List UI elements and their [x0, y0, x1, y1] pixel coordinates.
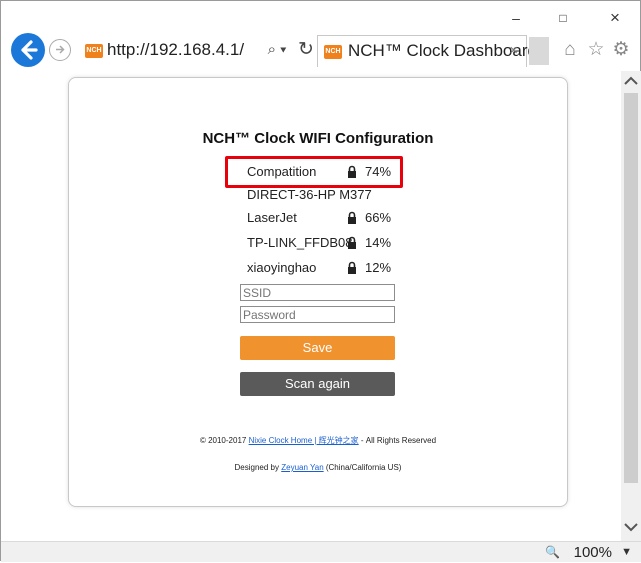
network-signal: 74%: [365, 164, 392, 179]
copyright-text: © 2010-2017: [199, 436, 249, 445]
new-tab-button[interactable]: [529, 37, 549, 65]
back-arrow-icon: [21, 40, 38, 60]
address-bar-row: NCH http://192.168.4.1/ ⌕ ▾ ↻ NCH NCH™ C…: [1, 31, 641, 71]
settings-gear-icon[interactable]: ⚙: [610, 39, 632, 61]
zoom-dropdown-icon[interactable]: ▼: [621, 542, 632, 563]
nixie-clock-home-link[interactable]: Nixie Clock Home | 辉光钟之家: [249, 436, 359, 445]
network-signal: 66%: [365, 210, 392, 225]
designer-footer: Designed by Zeyuan Yan (China/California…: [69, 463, 567, 472]
address-url[interactable]: http://192.168.4.1/: [107, 40, 244, 60]
network-ssid: Compatition: [247, 164, 317, 179]
network-item[interactable]: LaserJet 66%: [241, 208, 411, 228]
network-ssid: xiaoyinghao: [247, 260, 317, 275]
network-item[interactable]: TP-LINK_FFDB08 14%: [241, 233, 411, 253]
network-signal: 14%: [365, 235, 392, 250]
status-bar: 🔍 100% ▼: [1, 541, 641, 562]
home-icon[interactable]: ⌂: [559, 39, 581, 61]
browser-window: – □ × NCH http://192.168.4.1/ ⌕ ▾ ↻ NCH …: [0, 0, 641, 562]
network-ssid: DIRECT-36-HP M377: [247, 187, 372, 202]
chevron-down-icon: [624, 523, 638, 532]
tab-close-icon[interactable]: ×: [509, 42, 518, 59]
config-card: NCH™ Clock WIFI Configuration Compatitio…: [68, 77, 568, 507]
lock-icon: [348, 261, 356, 274]
maximize-button[interactable]: □: [543, 7, 583, 29]
zoom-icon: 🔍: [545, 545, 560, 559]
password-input[interactable]: [240, 306, 395, 323]
zoom-level[interactable]: 100%: [574, 542, 612, 563]
designed-by-text: Designed by: [234, 463, 282, 472]
tab-nch-clock-dashboard[interactable]: NCH NCH™ Clock Dashboard ×: [317, 35, 537, 67]
network-signal: 12%: [365, 260, 392, 275]
rights-text: - All Rights Reserved: [358, 436, 437, 445]
lock-icon: [348, 211, 356, 224]
scroll-down-icon[interactable]: [621, 517, 641, 537]
page-viewport: NCH™ Clock WIFI Configuration Compatitio…: [2, 71, 621, 541]
forward-arrow-icon: [56, 45, 65, 54]
copyright-footer: © 2010-2017 Nixie Clock Home | 辉光钟之家 - A…: [69, 435, 567, 446]
network-item[interactable]: Compatition 74%: [241, 162, 411, 182]
save-button[interactable]: Save: [240, 336, 395, 360]
close-window-button[interactable]: ×: [595, 7, 635, 29]
designer-location-text: (China/California US): [323, 463, 402, 472]
tab-favicon-icon: NCH: [324, 45, 342, 59]
designer-link[interactable]: Zeyuan Yan: [281, 463, 323, 472]
scrollbar-thumb[interactable]: [624, 93, 638, 483]
lock-icon: [348, 236, 356, 249]
network-item[interactable]: DIRECT-36-HP M377: [241, 185, 411, 205]
minimize-button[interactable]: –: [496, 7, 536, 29]
search-dropdown-icon[interactable]: ⌕ ▾: [255, 39, 299, 61]
page-title: NCH™ Clock WIFI Configuration: [202, 130, 434, 147]
network-item[interactable]: xiaoyinghao 12%: [241, 258, 411, 278]
refresh-icon[interactable]: ↻: [295, 39, 317, 61]
network-ssid: LaserJet: [247, 210, 297, 225]
ssid-input[interactable]: [240, 284, 395, 301]
scroll-up-icon[interactable]: [621, 71, 641, 91]
vertical-scrollbar[interactable]: [621, 71, 641, 541]
forward-button[interactable]: [49, 39, 71, 61]
site-favicon-icon: NCH: [85, 44, 103, 58]
scan-again-button[interactable]: Scan again: [240, 372, 395, 396]
back-button[interactable]: [11, 33, 45, 67]
lock-icon: [348, 165, 356, 178]
network-ssid: TP-LINK_FFDB08: [247, 235, 353, 250]
favorites-star-icon[interactable]: ☆: [585, 39, 607, 61]
chevron-up-icon: [624, 76, 638, 85]
